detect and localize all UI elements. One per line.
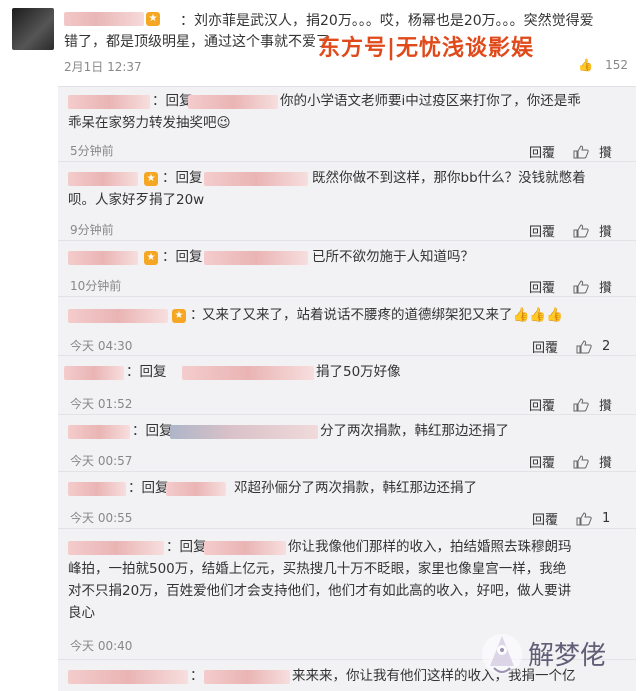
comment-time: 2月1日 12:37 [64, 60, 142, 74]
watermark-text: 东方号|无忧浅谈影娱 [318, 36, 535, 61]
like-icon[interactable] [573, 454, 589, 469]
vip-badge-icon: ★ [144, 251, 158, 265]
username-blurred[interactable] [68, 172, 138, 186]
reply-time: 今天 00:40 [70, 639, 133, 653]
reply-actions: 回覆 1 [532, 509, 612, 528]
username-blurred[interactable] [68, 251, 138, 265]
like-icon[interactable] [576, 339, 592, 354]
reply-prefix: ：回复 [132, 423, 173, 439]
username-blurred[interactable] [68, 309, 168, 323]
reply-item: ：回复 你的小学语文老师要i中过疫区来打你了，你还是乖 乖呆在家努力转发抽奖吧😉… [58, 87, 636, 162]
reply-actions: 回覆 攢 [529, 395, 612, 414]
reply-time: 今天 04:30 [70, 339, 133, 353]
like-icon[interactable] [573, 397, 589, 412]
reply-time: 10分钟前 [70, 279, 122, 293]
reply-text-line2: 呗。人家好歹捐了20w [68, 192, 205, 208]
reply-target-blurred[interactable] [170, 425, 318, 439]
reply-actions: 回覆 攢 [529, 452, 612, 471]
reply-prefix: ：回复 [126, 364, 167, 380]
reply-prefix: ：回复 [152, 93, 193, 109]
vip-badge-icon: ★ [172, 309, 186, 323]
replies-panel: ：回复 你的小学语文老师要i中过疫区来打你了，你还是乖 乖呆在家努力转发抽奖吧😉… [58, 86, 636, 691]
vip-badge-icon: ★ [144, 172, 158, 186]
comment-text: ：刘亦菲是武汉人，捐20万。。。哎，杨幂也是20万。。。突然觉得爱 [180, 13, 594, 29]
username-blurred[interactable] [64, 12, 144, 26]
jiemeng-logo-text: 解梦佬 [528, 641, 606, 671]
username-blurred[interactable] [68, 425, 130, 439]
reply-button[interactable]: 回覆 [532, 337, 558, 356]
reply-item: ：回复 捐了50万好像 今天 01:52 回覆 攢 [58, 356, 636, 415]
reply-target-blurred[interactable] [204, 670, 290, 684]
like-icon[interactable] [573, 279, 589, 294]
reply-time: 今天 00:57 [70, 454, 133, 468]
like-count: 152 [605, 58, 628, 72]
reply-target-blurred[interactable] [182, 366, 314, 380]
reply-actions: 回覆 攢 [529, 221, 612, 240]
reply-button[interactable]: 回覆 [529, 452, 555, 471]
like-icon[interactable]: 👍 [578, 58, 593, 72]
reply-target-blurred[interactable] [204, 541, 286, 555]
reply-text-line3: 对不只捐20万，百姓爱他们才会支持他们，他们才有如此高的收入，好吧，做人要讲 [68, 583, 572, 599]
like-icon[interactable] [573, 223, 589, 238]
username-blurred[interactable] [68, 670, 188, 684]
vip-badge-icon: ★ [146, 12, 160, 26]
jiemeng-logo-watermark: 解梦佬 [482, 634, 606, 674]
like-label: 攢 [598, 146, 612, 161]
reply-button[interactable]: 回覆 [529, 221, 555, 240]
reply-prefix: ： [190, 668, 204, 684]
like-count: 1 [602, 511, 611, 526]
reply-prefix: ：回复 [166, 539, 207, 555]
like-icon[interactable] [573, 144, 589, 159]
reply-item: ★ ：回复 已所不欲勿施于人知道吗？ 10分钟前 回覆 攢 [58, 241, 636, 297]
reply-item: ★ ： 又来了又来了，站着说话不腰疼的道德绑架犯又来了👍👍👍 今天 04:30 … [58, 297, 636, 356]
username-blurred[interactable] [64, 366, 124, 380]
reply-button[interactable]: 回覆 [532, 509, 558, 528]
reply-target-blurred[interactable] [188, 95, 278, 109]
reply-target-blurred[interactable] [204, 172, 308, 186]
like-label: 攢 [598, 225, 612, 240]
reply-actions: 回覆 攢 [529, 277, 612, 296]
username-blurred[interactable] [68, 541, 164, 555]
reply-time: 今天 00:55 [70, 511, 133, 525]
reply-text-line2: 峰拍，一拍就500万，结婚上亿元，买热搜几十万不眨眼，家里也像皇宫一样，我绝 [68, 561, 567, 577]
reply-prefix: ：回复 [162, 170, 203, 186]
like-label: 攢 [598, 281, 612, 296]
reply-item: ：回复 分了两次捐款，韩红那边还捐了 今天 00:57 回覆 攢 [58, 415, 636, 472]
reply-text: 邓超孙俪分了两次捐款，韩红那边还捐了 [234, 480, 477, 496]
reply-item: ★ ：回复 既然你做不到这样，那你bb什么？没钱就憋着 呗。人家好歹捐了20w … [58, 162, 636, 241]
reply-button[interactable]: 回覆 [529, 277, 555, 296]
reply-text-line4: 良心 [68, 605, 95, 621]
reply-text: 已所不欲勿施于人知道吗？ [312, 249, 474, 265]
username-blurred[interactable] [68, 482, 126, 496]
reply-text: 捐了50万好像 [316, 364, 401, 380]
comment-actions: 👍 152 [578, 58, 628, 72]
reply-actions: 回覆 2 [532, 337, 612, 356]
like-count: 2 [602, 339, 611, 354]
reply-target-blurred[interactable] [166, 482, 226, 496]
reply-prefix: ：回复 [162, 249, 203, 265]
avatar[interactable] [12, 8, 54, 50]
reply-actions: 回覆 攢 [529, 142, 612, 161]
reply-text: 你让我像他们那样的收入，拍结婚照去珠穆朗玛 [288, 539, 572, 555]
reply-text-line2: 乖呆在家努力转发抽奖吧😉 [68, 115, 231, 131]
reply-time: 5分钟前 [70, 144, 114, 158]
like-icon[interactable] [576, 511, 592, 526]
reply-time: 今天 01:52 [70, 397, 133, 411]
reply-text: 既然你做不到这样，那你bb什么？没钱就憋着 [312, 170, 586, 186]
reply-target-blurred[interactable] [204, 251, 308, 265]
reply-prefix: ：回复 [128, 480, 169, 496]
like-label: 攢 [598, 456, 612, 471]
like-label: 攢 [598, 399, 612, 414]
username-blurred[interactable] [68, 95, 150, 109]
reply-text: 分了两次捐款，韩红那边还捐了 [320, 423, 509, 439]
reply-text: 你的小学语文老师要i中过疫区来打你了，你还是乖 [280, 93, 581, 109]
reply-time: 9分钟前 [70, 223, 114, 237]
reply-button[interactable]: 回覆 [529, 395, 555, 414]
weibo-comment-page: ★ ：刘亦菲是武汉人，捐20万。。。哎，杨幂也是20万。。。突然觉得爱 错了，都… [0, 0, 640, 691]
reply-button[interactable]: 回覆 [529, 142, 555, 161]
reply-text: 又来了又来了，站着说话不腰疼的道德绑架犯又来了👍👍👍 [202, 307, 563, 323]
reply-item: ：回复 邓超孙俪分了两次捐款，韩红那边还捐了 今天 00:55 回覆 1 [58, 472, 636, 529]
